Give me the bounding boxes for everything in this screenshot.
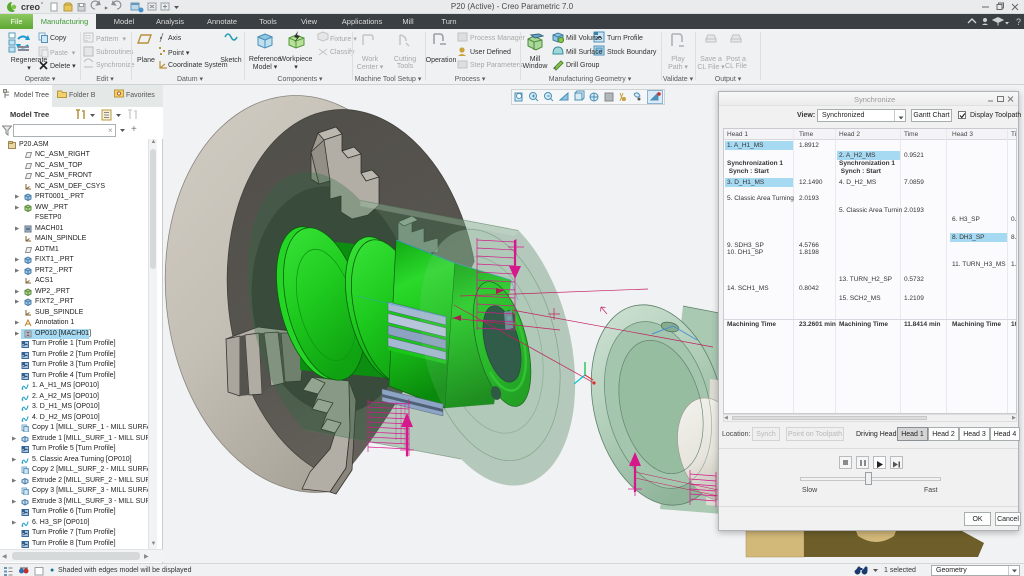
svg-text:?: ? [1016,17,1021,27]
svg-text:°: ° [41,2,43,8]
svg-text:creo: creo [21,2,41,12]
